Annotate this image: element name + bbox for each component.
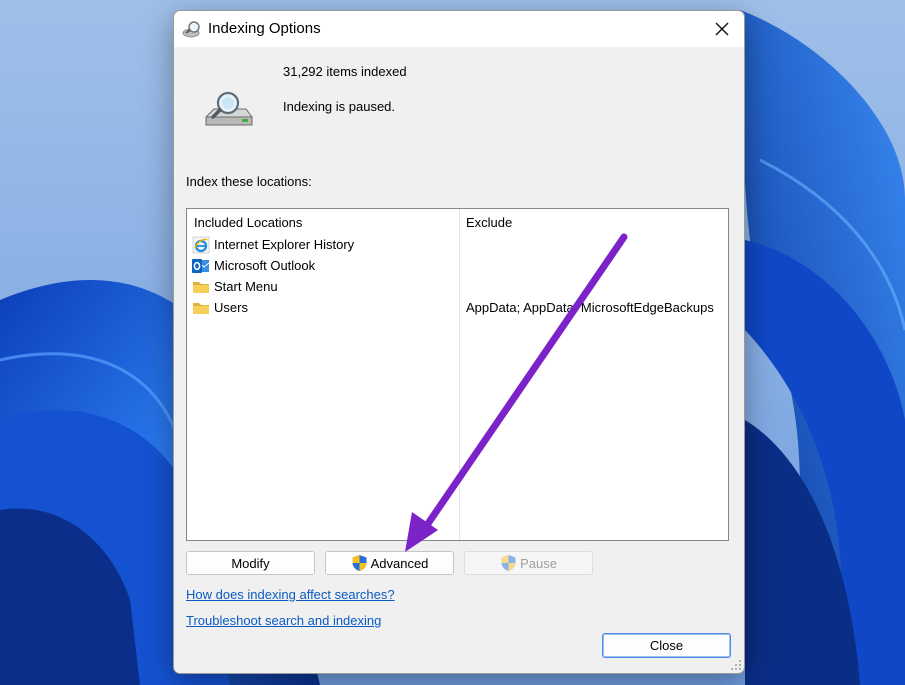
- list-item[interactable]: Microsoft Outlook: [187, 255, 728, 276]
- folder-icon: [193, 303, 209, 314]
- included-locations-header[interactable]: Included Locations: [194, 215, 302, 230]
- close-button-label: Close: [649, 638, 684, 653]
- internet-explorer-icon: [192, 236, 210, 254]
- how-indexing-link[interactable]: How does indexing affect searches?: [186, 587, 395, 602]
- pause-button-label: Pause: [520, 555, 557, 571]
- indexing-status: Indexing is paused.: [283, 99, 396, 114]
- modify-button[interactable]: Modify: [186, 551, 315, 575]
- list-item[interactable]: Start Menu: [187, 276, 728, 297]
- modify-button-label: Modify: [231, 555, 270, 571]
- locations-section-label: Index these locations:: [186, 174, 312, 189]
- window-title: Indexing Options: [208, 20, 321, 37]
- location-exclude: AppData; AppData; MicrosoftEdgeBackups: [466, 300, 714, 315]
- pause-button[interactable]: Pause: [464, 551, 593, 575]
- indexing-options-icon: [182, 21, 200, 38]
- location-name: Microsoft Outlook: [214, 258, 316, 273]
- close-button[interactable]: Close: [602, 633, 731, 658]
- list-item[interactable]: Internet Explorer History: [187, 234, 728, 255]
- folder-icon: [193, 282, 209, 293]
- uac-shield-icon: [352, 555, 367, 571]
- advanced-button-label: Advanced: [370, 555, 429, 571]
- list-item[interactable]: Users AppData; AppData; MicrosoftEdgeBac…: [187, 297, 728, 318]
- outlook-icon: [192, 259, 210, 273]
- location-name: Internet Explorer History: [214, 237, 355, 252]
- location-name: Users: [214, 300, 248, 315]
- close-window-button[interactable]: [700, 11, 744, 47]
- items-indexed-count: 31,292 items indexed: [283, 64, 407, 79]
- title-bar: Indexing Options: [174, 11, 744, 47]
- close-icon: [715, 22, 729, 36]
- indexed-locations-list[interactable]: Included Locations Exclude Internet Expl…: [186, 208, 729, 541]
- indexing-options-dialog: Indexing Options 31,292 items indexed In…: [173, 10, 745, 674]
- troubleshoot-link[interactable]: Troubleshoot search and indexing: [186, 613, 381, 628]
- advanced-button[interactable]: Advanced: [325, 551, 454, 575]
- indexing-drive-icon: [205, 91, 253, 126]
- location-name: Start Menu: [214, 279, 278, 294]
- resize-grip-icon[interactable]: [730, 659, 742, 671]
- exclude-header[interactable]: Exclude: [466, 215, 512, 230]
- uac-shield-icon: [501, 555, 516, 571]
